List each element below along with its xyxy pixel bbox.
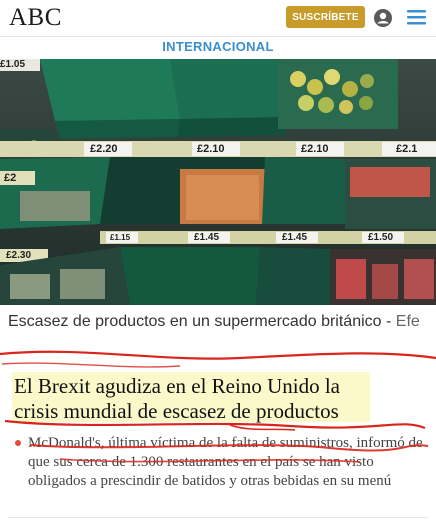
header-divider <box>0 36 436 37</box>
headline-line: El Brexit agudiza en el Reino Unido la <box>14 374 340 398</box>
article-headline[interactable]: El Brexit agudiza en el Reino Unido la c… <box>14 374 424 424</box>
price-tag: £1.50 <box>368 232 394 243</box>
user-account-icon[interactable] <box>374 9 392 27</box>
supermarket-shelves-image <box>0 59 436 305</box>
price-tag: £2.1 <box>396 143 418 155</box>
article-photo[interactable]: £1.05 £2.20 £2.10 £2.10 £2.1 £2 £1.15 £1… <box>0 59 436 305</box>
price-tag: £1.05 <box>0 59 26 70</box>
subscribe-button[interactable]: SUSCRÍBETE <box>286 6 365 28</box>
price-tag: £2.10 <box>301 143 329 155</box>
bottom-divider <box>8 517 428 518</box>
abc-logo[interactable]: ABC <box>9 4 62 32</box>
headline-line: crisis mundial de escasez de productos <box>14 399 339 423</box>
bullet-dot-icon <box>15 440 21 446</box>
hamburger-menu-icon[interactable] <box>407 10 426 25</box>
price-tag: £2.30 <box>6 250 32 261</box>
price-tag: £2.20 <box>90 143 118 155</box>
price-tag: £2.10 <box>197 143 225 155</box>
price-tag: £1.45 <box>194 232 220 243</box>
price-tag: £1.45 <box>282 232 308 243</box>
price-tag: £1.15 <box>110 233 131 242</box>
article-summary: McDonald's, última víctima de la falta d… <box>28 435 423 489</box>
section-label[interactable]: INTERNACIONAL <box>0 39 436 57</box>
photo-caption: Escasez de productos en un supermercado … <box>8 312 428 332</box>
price-tag: £2 <box>4 172 17 184</box>
caption-text: Escasez de productos en un supermercado … <box>8 313 396 330</box>
photo-credit: Efe <box>395 313 420 330</box>
site-header: ABC SUSCRÍBETE <box>0 0 436 36</box>
